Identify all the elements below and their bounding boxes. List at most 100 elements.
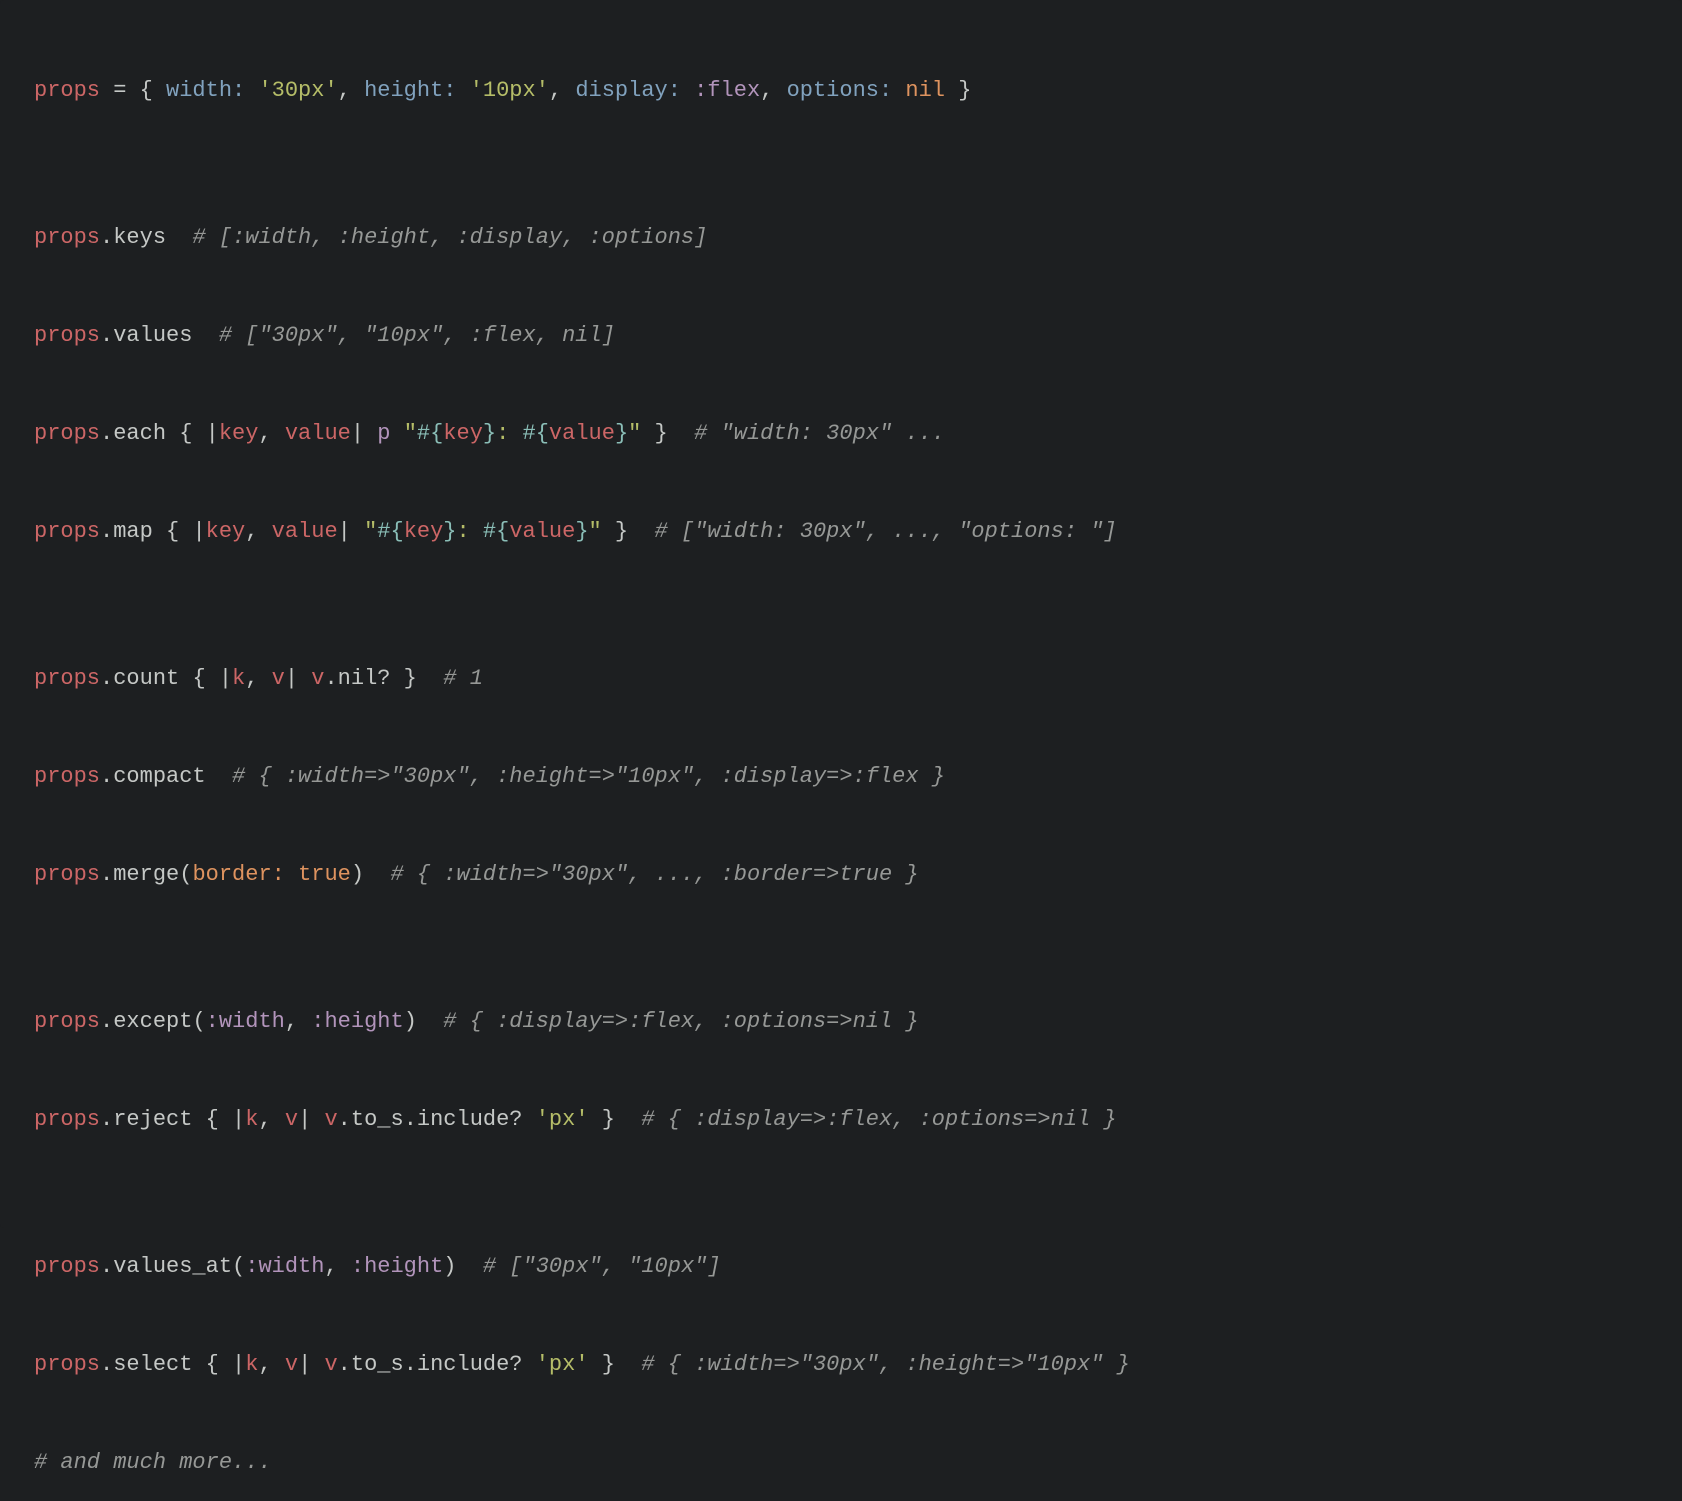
token-var: props bbox=[34, 323, 100, 348]
token-brace: } bbox=[589, 1352, 615, 1377]
token-var: value bbox=[509, 519, 575, 544]
token-brace: } bbox=[589, 1107, 615, 1132]
token-space bbox=[668, 421, 694, 446]
token-paren: ( bbox=[192, 1009, 205, 1034]
token-var: v bbox=[311, 666, 324, 691]
token-param: v bbox=[285, 1107, 298, 1132]
token-comment: # "width: 30px" ... bbox=[694, 421, 945, 446]
token-string: '30px' bbox=[258, 78, 337, 103]
token-method: select bbox=[113, 1352, 192, 1377]
code-line: props.compact # { :width=>"30px", :heigh… bbox=[34, 766, 1648, 793]
token-method: keys bbox=[113, 225, 166, 250]
token-brace: } bbox=[390, 666, 416, 691]
token-comment: # [:width, :height, :display, :options] bbox=[192, 225, 707, 250]
token-method: except bbox=[113, 1009, 192, 1034]
token-dot: . bbox=[100, 1009, 113, 1034]
token-key: height: bbox=[364, 78, 456, 103]
token-pipe: | bbox=[232, 1352, 245, 1377]
token-comment: # { :width=>"30px", :height=>"10px" } bbox=[641, 1352, 1129, 1377]
token-string: : bbox=[496, 421, 522, 446]
token-pipe: | bbox=[219, 666, 232, 691]
token-comma: , bbox=[549, 78, 575, 103]
token-comment: # { :display=>:flex, :options=>nil } bbox=[641, 1107, 1116, 1132]
token-comment: # { :width=>"30px", :height=>"10px", :di… bbox=[232, 764, 945, 789]
code-line: props.each { |key, value| p "#{key}: #{v… bbox=[34, 423, 1648, 450]
token-method: to_s bbox=[351, 1352, 404, 1377]
token-dot: . bbox=[324, 666, 337, 691]
token-method: map bbox=[113, 519, 153, 544]
token-brace: { bbox=[166, 519, 192, 544]
token-space bbox=[311, 1107, 324, 1132]
token-paren: ) bbox=[404, 1009, 417, 1034]
token-dot: . bbox=[338, 1352, 351, 1377]
token-space bbox=[390, 421, 403, 446]
token-method: merge bbox=[113, 862, 179, 887]
token-space bbox=[523, 1352, 536, 1377]
token-symbol: :height bbox=[351, 1254, 443, 1279]
token-dot: . bbox=[100, 1254, 113, 1279]
token-key: width: bbox=[166, 78, 245, 103]
token-dot: . bbox=[100, 519, 113, 544]
token-method: nil? bbox=[338, 666, 391, 691]
token-param: k bbox=[245, 1352, 258, 1377]
token-comma: , bbox=[338, 78, 364, 103]
token-space bbox=[364, 862, 390, 887]
token-space bbox=[417, 1009, 443, 1034]
token-space bbox=[166, 421, 179, 446]
token-dot: . bbox=[100, 225, 113, 250]
token-interp-close: } bbox=[575, 519, 588, 544]
token-space bbox=[311, 1352, 324, 1377]
token-dot: . bbox=[100, 1352, 113, 1377]
token-dot: . bbox=[100, 862, 113, 887]
token-var: props bbox=[34, 421, 100, 446]
token-brace: { bbox=[206, 1352, 232, 1377]
token-param: value bbox=[272, 519, 338, 544]
token-comment: # 1 bbox=[443, 666, 483, 691]
token-pipe: | bbox=[298, 1352, 311, 1377]
code-line: props = { width: '30px', height: '10px',… bbox=[34, 80, 1648, 107]
token-var: v bbox=[324, 1352, 337, 1377]
token-paren: ) bbox=[443, 1254, 456, 1279]
token-dot: . bbox=[100, 1107, 113, 1132]
code-line: props.map { |key, value| "#{key}: #{valu… bbox=[34, 521, 1648, 548]
code-line: props.select { |k, v| v.to_s.include? 'p… bbox=[34, 1354, 1648, 1381]
token-space bbox=[245, 78, 258, 103]
token-dot: . bbox=[404, 1352, 417, 1377]
token-symbol: :width bbox=[206, 1009, 285, 1034]
token-space bbox=[892, 78, 905, 103]
token-param: key bbox=[219, 421, 259, 446]
token-comment: # ["width: 30px", ..., "options: "] bbox=[655, 519, 1117, 544]
token-comment: # ["30px", "10px", :flex, nil] bbox=[219, 323, 615, 348]
token-string: 'px' bbox=[536, 1352, 589, 1377]
token-brace: { bbox=[206, 1107, 232, 1132]
token-string: " bbox=[628, 421, 641, 446]
token-var: v bbox=[324, 1107, 337, 1132]
token-var: props bbox=[34, 764, 100, 789]
token-method: values bbox=[113, 323, 192, 348]
token-pipe: | bbox=[232, 1107, 245, 1132]
token-string: '10px' bbox=[470, 78, 549, 103]
token-string: : bbox=[457, 519, 483, 544]
token-interp-open: #{ bbox=[483, 519, 509, 544]
token-key: border: bbox=[192, 862, 284, 887]
token-comma: , bbox=[245, 666, 271, 691]
token-interp-close: } bbox=[615, 421, 628, 446]
code-line: props.count { |k, v| v.nil? } # 1 bbox=[34, 668, 1648, 695]
token-brace: { bbox=[192, 666, 218, 691]
token-method: compact bbox=[113, 764, 205, 789]
token-interp-open: #{ bbox=[417, 421, 443, 446]
code-line: props.except(:width, :height) # { :displ… bbox=[34, 1011, 1648, 1038]
token-comma: , bbox=[258, 1352, 284, 1377]
token-param: v bbox=[285, 1352, 298, 1377]
token-key: options: bbox=[787, 78, 893, 103]
token-paren: ( bbox=[179, 862, 192, 887]
token-param: value bbox=[285, 421, 351, 446]
token-dot: . bbox=[100, 323, 113, 348]
token-string: 'px' bbox=[536, 1107, 589, 1132]
token-brace: } bbox=[602, 519, 628, 544]
token-space bbox=[298, 666, 311, 691]
token-space bbox=[285, 862, 298, 887]
token-space bbox=[192, 1352, 205, 1377]
token-param: key bbox=[206, 519, 246, 544]
token-space bbox=[351, 519, 364, 544]
